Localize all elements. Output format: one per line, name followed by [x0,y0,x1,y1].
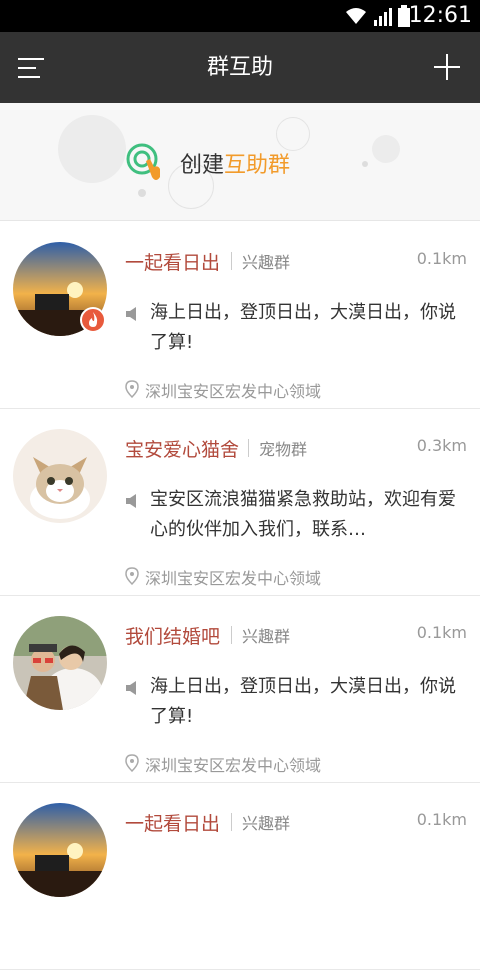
wifi-icon [346,8,366,24]
announcement-icon [126,307,136,321]
create-group-label: 创建互助群 [180,147,290,179]
separator [248,439,249,457]
announcement-icon [126,494,136,508]
create-group-action[interactable]: 创建互助群 [126,141,290,185]
separator [231,252,232,270]
group-name: 我们结婚吧 [125,626,221,648]
create-group-banner[interactable]: 创建互助群 [0,103,480,221]
signal-icon [374,8,392,26]
group-name: 一起看日出 [125,252,221,274]
group-name: 一起看日出 [125,813,221,835]
group-avatar [13,616,107,710]
page-title: 群互助 [206,55,273,80]
group-location: 深圳宝安区宏发中心领域 [145,569,322,588]
location-icon [125,754,139,772]
create-highlight: 互助群 [224,153,291,178]
group-type: 兴趣群 [242,814,291,833]
group-list: 一起看日出 兴趣群 0.1km 海上日出，登顶日出，大漠日出，你说了算! 深圳宝… [0,222,480,970]
group-description: 宝安区流浪猫猫紧急救助站，欢迎有爱心的伙伴加入我们，联系… [150,489,456,540]
group-name: 宝安爱心猫舍 [125,439,240,461]
group-type: 宠物群 [259,440,308,459]
group-location: 深圳宝安区宏发中心领域 [145,756,322,775]
hot-badge [80,307,106,333]
group-distance: 0.1km [416,249,467,268]
group-avatar [13,429,107,523]
group-row[interactable]: 一起看日出 兴趣群 0.1km [0,783,480,970]
status-time: 12:61 [408,3,472,28]
add-button[interactable] [434,54,460,80]
location-icon [125,567,139,585]
app-bar: 群互助 [0,32,480,103]
group-avatar [13,803,107,897]
group-description: 海上日出，登顶日出，大漠日出，你说了算! [150,302,456,353]
group-row[interactable]: 一起看日出 兴趣群 0.1km 海上日出，登顶日出，大漠日出，你说了算! 深圳宝… [0,222,480,409]
announcement-icon [126,681,136,695]
group-row[interactable]: 我们结婚吧 兴趣群 0.1km 海上日出，登顶日出，大漠日出，你说了算! 深圳宝… [0,596,480,783]
create-group-icon [126,143,160,180]
group-distance: 0.3km [416,436,467,455]
group-distance: 0.1km [416,623,467,642]
status-icons [344,4,410,28]
separator [231,813,232,831]
group-description: 海上日出，登顶日出，大漠日出，你说了算! [150,676,456,727]
location-icon [125,380,139,398]
status-bar: 12:61 [0,0,480,32]
flame-icon [89,312,98,327]
group-row[interactable]: 宝安爱心猫舍 宠物群 0.3km 宝安区流浪猫猫紧急救助站，欢迎有爱心的伙伴加入… [0,409,480,596]
group-type: 兴趣群 [242,627,291,646]
group-distance: 0.1km [416,810,467,829]
create-prefix: 创建 [180,153,225,178]
group-type: 兴趣群 [242,253,291,272]
group-location: 深圳宝安区宏发中心领域 [145,382,322,401]
separator [231,626,232,644]
